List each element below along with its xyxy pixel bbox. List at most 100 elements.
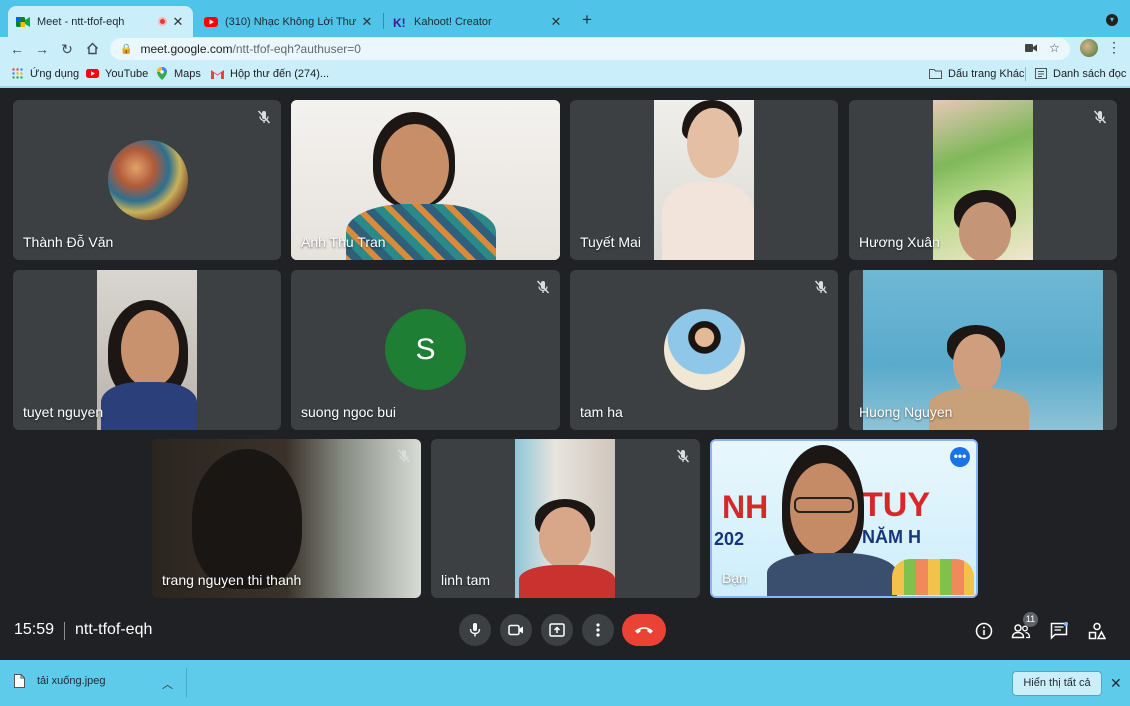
- meeting-controls-bar: 15:59 ntt-tfof-eqh: [0, 605, 1130, 660]
- tab-kahoot[interactable]: K! Kahoot! Creator ✕: [385, 6, 571, 37]
- participant-avatar: [108, 140, 188, 220]
- hang-up-icon: [635, 627, 653, 634]
- mic-off-icon: [397, 449, 411, 463]
- chevron-up-icon[interactable]: ︿: [162, 676, 173, 692]
- participant-name: tuyet nguyen: [23, 404, 104, 420]
- tab-meet[interactable]: Meet - ntt-tfof-eqh ✕: [8, 6, 193, 37]
- participant-avatar: [664, 309, 745, 390]
- participant-tile[interactable]: Tuyết Mai: [570, 100, 838, 260]
- bookmark-apps[interactable]: Ứng dụng: [11, 67, 79, 80]
- chat-icon: [1050, 622, 1068, 640]
- participant-name: suong ngoc bui: [301, 404, 396, 420]
- more-options-button[interactable]: [582, 614, 614, 646]
- meeting-clock: 15:59: [14, 621, 55, 638]
- svg-text:K!: K!: [393, 16, 406, 28]
- folder-icon: [929, 67, 942, 80]
- mic-off-icon: [257, 110, 271, 124]
- mic-off-icon: [676, 449, 690, 463]
- bookmark-gmail[interactable]: Hộp thư đến (274)...: [211, 67, 329, 80]
- reading-list[interactable]: Danh sách đọc: [1034, 67, 1126, 80]
- video-camera-icon: [508, 624, 523, 636]
- bar-divider: [64, 622, 65, 640]
- maps-pin-icon: [155, 67, 168, 80]
- file-icon: [14, 674, 25, 688]
- participant-count-badge: 11: [1023, 612, 1038, 627]
- activities-button[interactable]: [1085, 619, 1109, 643]
- activities-shapes-icon: [1088, 622, 1106, 640]
- banner-text: TUY: [862, 486, 930, 524]
- show-all-downloads-button[interactable]: Hiển thị tất cả: [1012, 671, 1102, 696]
- participant-name: Thành Đỗ Văn: [23, 234, 114, 250]
- participant-name: trang nguyen thi thanh: [162, 572, 302, 588]
- bookmark-star-icon[interactable]: ☆: [1049, 37, 1060, 59]
- tab-close-icon[interactable]: ✕: [360, 14, 374, 30]
- download-item[interactable]: tải xuống.jpeg: [14, 674, 106, 688]
- participant-name: Anh Thu Tran: [301, 234, 386, 250]
- banner-text: NĂM H: [862, 527, 921, 547]
- camera-button[interactable]: [500, 614, 532, 646]
- participant-name: Hương Xuân: [859, 234, 940, 250]
- mic-off-icon: [814, 280, 828, 294]
- recording-dot-icon: [158, 17, 167, 26]
- participant-tile[interactable]: trang nguyen thi thanh: [152, 439, 421, 598]
- mic-icon: [469, 623, 481, 637]
- lock-icon: 🔒: [120, 43, 133, 55]
- meeting-details-button[interactable]: [972, 619, 996, 643]
- vertical-dots-icon: [596, 623, 600, 637]
- participant-tile[interactable]: tuyet nguyen: [13, 270, 281, 430]
- bookmark-youtube[interactable]: YouTube: [86, 67, 148, 80]
- bookmarks-bar: Ứng dụng YouTube Maps Hộp thư đến (274).…: [0, 62, 1130, 86]
- chrome-menu-icon[interactable]: ⋮: [1107, 39, 1121, 56]
- participant-name: Huong Nguyen: [859, 404, 953, 420]
- chrome-divider: [0, 86, 1130, 88]
- self-view-tile[interactable]: NH TUY NĂM H 202 ••• Bạn: [710, 439, 978, 598]
- apps-grid-icon: [11, 67, 24, 80]
- youtube-icon: [86, 67, 99, 80]
- participant-tile[interactable]: Thành Đỗ Văn: [13, 100, 281, 260]
- kahoot-favicon-icon: K!: [393, 15, 407, 29]
- participant-tile[interactable]: Anh Thu Tran: [291, 100, 560, 260]
- bookmarks-divider: [1025, 67, 1026, 81]
- youtube-favicon-icon: [204, 15, 218, 29]
- participant-name: linh tam: [441, 572, 491, 588]
- camera-in-use-icon[interactable]: [1025, 37, 1037, 59]
- more-options-icon[interactable]: •••: [950, 447, 970, 467]
- forward-arrow-icon[interactable]: →: [33, 40, 51, 58]
- close-shelf-icon[interactable]: ✕: [1110, 675, 1122, 692]
- mic-off-icon: [536, 280, 550, 294]
- tab-close-icon[interactable]: ✕: [549, 14, 563, 30]
- leave-call-button[interactable]: [622, 614, 666, 646]
- participant-tile[interactable]: linh tam: [431, 439, 700, 598]
- shelf-divider: [186, 668, 187, 698]
- participant-tile[interactable]: S suong ngoc bui: [291, 270, 560, 430]
- new-tab-button[interactable]: +: [578, 10, 596, 30]
- chat-button[interactable]: [1047, 619, 1071, 643]
- participant-initial-avatar: S: [385, 309, 466, 390]
- present-screen-button[interactable]: [541, 614, 573, 646]
- banner-text: NH: [722, 489, 769, 525]
- tab-youtube-music[interactable]: (310) Nhạc Không Lời Thư Giãn ✕: [196, 6, 382, 37]
- tab-close-icon[interactable]: ✕: [171, 14, 185, 30]
- tab-search-icon[interactable]: ▾: [1106, 14, 1118, 26]
- home-icon[interactable]: [83, 40, 101, 58]
- meet-favicon-icon: [16, 15, 30, 29]
- meeting-code: ntt-tfof-eqh: [75, 621, 153, 638]
- back-arrow-icon[interactable]: ←: [8, 40, 26, 58]
- participant-tile[interactable]: tam ha: [570, 270, 838, 430]
- address-bar[interactable]: 🔒 meet.google.com/ntt-tfof-eqh?authuser=…: [110, 38, 1070, 60]
- bookmark-maps[interactable]: Maps: [155, 67, 201, 80]
- gmail-icon: [211, 67, 224, 80]
- chrome-profile-avatar[interactable]: [1080, 39, 1098, 57]
- bookmark-other[interactable]: Dấu trang Khác: [929, 67, 1024, 80]
- microphone-button[interactable]: [459, 614, 491, 646]
- participant-tile[interactable]: Huong Nguyen: [849, 270, 1117, 430]
- cartoon-kids-decoration: [892, 559, 974, 595]
- banner-text: 202: [714, 529, 745, 549]
- participant-name: tam ha: [580, 404, 623, 420]
- present-screen-icon: [549, 623, 565, 637]
- download-shelf: tải xuống.jpeg ︿ Hiển thị tất cả ✕: [0, 660, 1130, 706]
- participant-tile[interactable]: Hương Xuân: [849, 100, 1117, 260]
- participant-name: Bạn: [722, 570, 747, 586]
- tab-strip: Meet - ntt-tfof-eqh ✕ (310) Nhạc Không L…: [0, 0, 1130, 37]
- reload-icon[interactable]: ↻: [58, 40, 76, 58]
